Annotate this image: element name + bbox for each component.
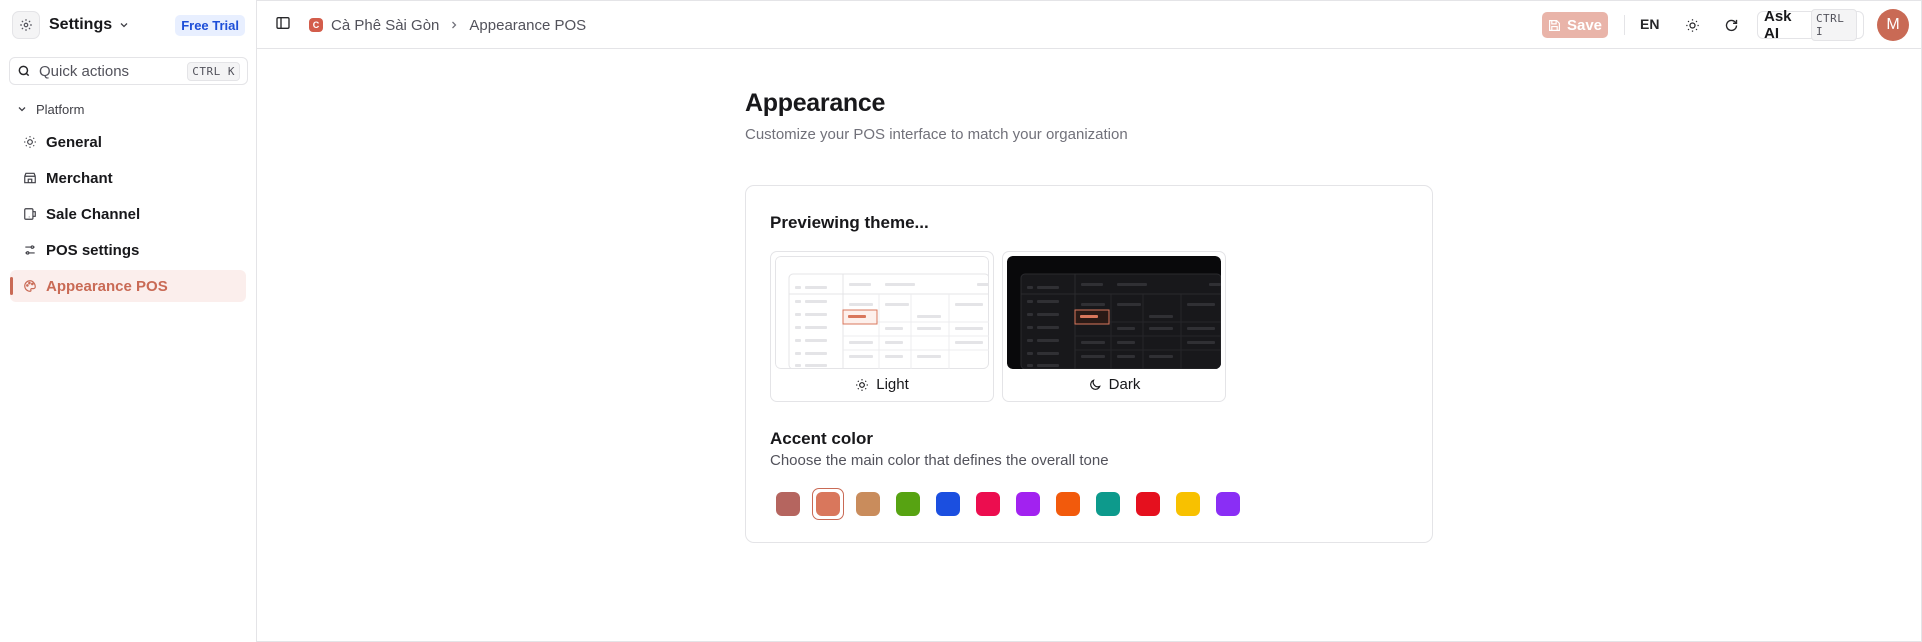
toolbar-divider — [1624, 15, 1625, 35]
settings-gear-icon — [12, 11, 40, 39]
accent-swatch[interactable] — [1132, 488, 1164, 520]
theme-option-dark[interactable]: Dark — [1002, 251, 1226, 402]
page-subtitle: Customize your POS interface to match yo… — [745, 126, 1128, 143]
accent-swatch[interactable] — [1012, 488, 1044, 520]
theme-option-light[interactable]: Light — [770, 251, 994, 402]
sidebar-item-appearance-pos[interactable]: Appearance POS — [10, 270, 246, 302]
search-icon — [17, 64, 31, 78]
accent-swatch-color — [1136, 492, 1160, 516]
sidebar-item-label: General — [46, 133, 102, 151]
org-switcher[interactable]: Settings Free Trial — [12, 10, 245, 40]
accent-swatch-color — [776, 492, 800, 516]
org-name: Settings — [49, 16, 113, 33]
accent-swatch[interactable] — [972, 488, 1004, 520]
accent-swatch-color — [1176, 492, 1200, 516]
sidebar-item-sale-channel[interactable]: Sale Channel — [10, 198, 246, 230]
appearance-card: Previewing theme... Light Dark Accent co… — [745, 185, 1433, 543]
accent-swatch-color — [856, 492, 880, 516]
save-icon — [1548, 19, 1561, 32]
moon-icon — [1088, 378, 1102, 392]
channel-icon — [22, 206, 38, 222]
ask-ai-shortcut: CTRL I — [1810, 9, 1857, 41]
chevron-down-icon — [16, 103, 28, 115]
accent-color-description: Choose the main color that defines the o… — [770, 452, 1109, 469]
sidebar-item-pos-settings[interactable]: POS settings — [10, 234, 246, 266]
accent-swatch[interactable] — [1092, 488, 1124, 520]
theme-label-text: Dark — [1108, 376, 1141, 393]
accent-swatch-color — [1096, 492, 1120, 516]
store-icon — [22, 170, 38, 186]
accent-swatch-color — [1016, 492, 1040, 516]
sidebar-item-general[interactable]: General — [10, 126, 246, 158]
accent-swatch-color — [936, 492, 960, 516]
theme-toggle-sun-icon[interactable] — [1683, 16, 1701, 34]
save-button[interactable]: Save — [1542, 12, 1608, 38]
palette-icon — [22, 278, 38, 294]
dark-theme-preview — [1007, 256, 1221, 369]
accent-swatch[interactable] — [932, 488, 964, 520]
sidebar-item-label: Sale Channel — [46, 205, 141, 223]
sidebar-item-label: POS settings — [46, 241, 140, 259]
top-bar: C Cà Phê Sài Gòn Appearance POS Save EN … — [257, 0, 1922, 49]
quick-actions-label: Quick actions — [39, 62, 130, 80]
light-theme-preview — [775, 256, 989, 369]
sidebar: Settings Free Trial Quick actions CTRL K… — [0, 0, 257, 642]
accent-swatch-row — [772, 488, 1252, 520]
theme-heading: Previewing theme... — [770, 213, 929, 232]
save-label: Save — [1566, 16, 1603, 34]
accent-swatch-color — [816, 492, 840, 516]
accent-swatch[interactable] — [772, 488, 804, 520]
nav-group-label: Platform — [36, 101, 85, 117]
breadcrumb: C Cà Phê Sài Gòn Appearance POS — [309, 14, 586, 36]
user-avatar[interactable]: M — [1877, 9, 1909, 41]
refresh-icon[interactable] — [1722, 16, 1740, 34]
ask-ai-button[interactable]: Ask AI CTRL I — [1757, 8, 1864, 42]
accent-swatch[interactable] — [812, 488, 844, 520]
nav-group-platform[interactable]: Platform — [16, 100, 84, 118]
accent-color-heading: Accent color — [770, 429, 873, 448]
sun-icon — [22, 134, 38, 150]
accent-swatch-color — [1056, 492, 1080, 516]
accent-swatch-color — [896, 492, 920, 516]
chevron-right-icon — [448, 19, 460, 31]
accent-swatch[interactable] — [1212, 488, 1244, 520]
ask-ai-label: Ask AI — [1764, 8, 1792, 42]
sun-icon — [855, 378, 869, 392]
quick-actions-search[interactable]: Quick actions CTRL K — [9, 57, 248, 85]
sidebar-nav: General Merchant Sale Channel POS settin… — [10, 126, 246, 306]
theme-light-label: Light — [771, 376, 993, 393]
accent-swatch[interactable] — [1172, 488, 1204, 520]
accent-swatch[interactable] — [892, 488, 924, 520]
accent-swatch[interactable] — [1052, 488, 1084, 520]
accent-swatch[interactable] — [852, 488, 884, 520]
accent-swatch-color — [1216, 492, 1240, 516]
org-logo: C — [309, 18, 323, 32]
page-title: Appearance — [745, 89, 886, 117]
breadcrumb-current-page: Appearance POS — [469, 16, 587, 34]
sidebar-item-label: Merchant — [46, 169, 113, 187]
breadcrumb-org-link[interactable]: Cà Phê Sài Gòn — [331, 17, 439, 34]
quick-actions-shortcut: CTRL K — [187, 61, 240, 81]
sidebar-toggle-icon[interactable] — [275, 15, 293, 33]
language-switcher[interactable]: EN — [1640, 16, 1659, 32]
sliders-icon — [22, 242, 38, 258]
accent-swatch-color — [976, 492, 1000, 516]
sidebar-item-merchant[interactable]: Merchant — [10, 162, 246, 194]
free-trial-badge[interactable]: Free Trial — [175, 14, 245, 36]
chevron-down-icon — [118, 19, 130, 31]
sidebar-item-label: Appearance POS — [46, 277, 168, 295]
theme-dark-label: Dark — [1003, 376, 1225, 393]
theme-label-text: Light — [876, 376, 909, 393]
